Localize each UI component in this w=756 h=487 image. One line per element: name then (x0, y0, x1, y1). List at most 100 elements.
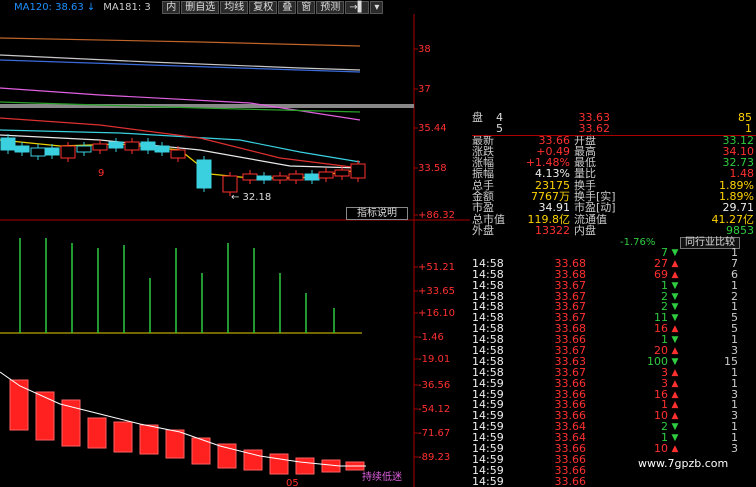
down-arrow-icon: ▼ (671, 280, 679, 291)
trade-count: 6 (731, 267, 738, 281)
trade-row: 14:58 33.67 2 ▼ 2 (472, 291, 756, 303)
trade-count: 1 (731, 333, 738, 347)
order-book-price: 33.62 (578, 122, 611, 136)
dropdown-icon[interactable]: ▾ (370, 0, 384, 14)
ma181-readout: MA181: 3 (103, 1, 151, 13)
trade-row: 14:58 33.66 1 ▼ 1 (472, 333, 756, 347)
trade-row: 14:59 33.66 (472, 476, 756, 487)
indicator-bar (139, 424, 159, 455)
candle (256, 175, 272, 181)
go-end-icon[interactable]: →▌ (345, 0, 370, 14)
up-arrow-icon: ▲ (671, 258, 679, 269)
indicator-info-button[interactable]: 指标说明 (346, 207, 408, 220)
trade-row: 14:59 33.66 10 ▲ 3 (472, 442, 756, 456)
trade-row: 14:59 33.66 3 ▲ 1 (472, 376, 756, 390)
quote-label: 市盈 (472, 201, 494, 215)
up-arrow-icon: ▲ (671, 346, 679, 357)
quote-value: 9853 (726, 223, 754, 237)
quote-row: 最新 33.66 开盘 33.12 (472, 134, 756, 146)
trade-row: 14:58 33.67 3 ▲ 1 (472, 365, 756, 379)
down-arrow-icon: ▼ (671, 356, 679, 367)
indicator-bar (35, 391, 55, 441)
candle (196, 159, 212, 189)
price-axis-label: 33.58 (418, 163, 447, 174)
remove-watchlist-button[interactable]: 删自选 (181, 0, 220, 14)
kline-chart[interactable]: 38 37 35.44 33.58 9 ← 32.18 +86.32 +51.21 +33.65… (0, 0, 470, 487)
low-price-label: ← 32.18 (231, 192, 271, 203)
quote-label: 市盈[动] (574, 201, 616, 215)
up-arrow-icon: ▲ (671, 444, 679, 455)
trade-count: 1 (731, 278, 738, 292)
up-arrow-icon: ▲ (671, 389, 679, 400)
candle (108, 141, 124, 149)
candle (92, 143, 108, 151)
ma-line (0, 54, 361, 71)
trade-row: 14:58 33.67 2 ▼ 1 (472, 302, 756, 313)
divider (472, 135, 756, 136)
order-book-volume: 85 (738, 111, 752, 124)
trade-volume: 1 (661, 278, 668, 292)
price-axis-label: 38 (418, 44, 431, 55)
trade-count: 5 (731, 322, 738, 336)
trade-volume: 69 (654, 267, 668, 281)
indicator-status-tag: 持续低迷 (362, 470, 402, 483)
trade-row: 14:58 33.67 20 ▲ 3 (472, 345, 756, 357)
quote-label: 内盘 (574, 223, 596, 237)
candle (304, 173, 320, 181)
trade-row: 14:58 33.67 1 ▼ 1 (472, 278, 756, 292)
candle (124, 141, 140, 151)
indicator-axis-label: +86.32 (418, 210, 455, 221)
indicator-bar (269, 453, 289, 475)
overlay-button[interactable]: 叠 (278, 0, 297, 14)
down-arrow-icon: ▼ (671, 291, 679, 302)
candle (350, 163, 366, 179)
indicator-bar (9, 379, 29, 431)
candle (242, 173, 258, 181)
adjust-rights-button[interactable]: 复权 (249, 0, 278, 14)
trade-ticks[interactable]: 7 ▼ 1 14:58 33.68 27 ▲ 7 14:58 33.68 69 ▲ 6 14:58 33.6… (472, 246, 756, 487)
candle (334, 169, 350, 177)
trade-count: 1 (731, 365, 738, 379)
window-button[interactable]: 窗 (297, 0, 316, 14)
down-arrow-icon: ▼ (671, 335, 679, 346)
candle-marker: 9 (98, 168, 104, 179)
quote-panel: 盘 4 33.63 85 5 33.62 1 最新 33.66 开盘 33.12 涨跌 +… (472, 111, 756, 237)
trade-row: 7 ▼ 1 (472, 246, 756, 259)
ma120-readout: MA120: 38.63 ↓ (14, 1, 96, 13)
quote-row: 涨幅 +1.48% 最低 32.73 (472, 157, 756, 169)
trade-count: 1 (731, 246, 738, 259)
trade-count: 3 (731, 442, 738, 456)
trade-volume: 10 (654, 442, 668, 456)
ma-line (0, 117, 361, 169)
up-arrow-icon: ▲ (671, 269, 679, 280)
indicator-axis-label: -71.67 (418, 428, 450, 439)
candle (288, 173, 304, 181)
trade-count: 5 (731, 311, 738, 325)
inner-button[interactable]: 内 (162, 0, 181, 14)
order-book-label: 盘 (472, 111, 483, 124)
indicator-axis-label: +16.10 (418, 308, 455, 319)
trade-volume (586, 477, 668, 487)
down-arrow-icon: ▼ (671, 433, 679, 444)
trade-count: 1 (731, 300, 738, 314)
forecast-button[interactable]: 预测 (316, 0, 345, 14)
trade-row: 14:59 33.66 10 ▲ 3 (472, 410, 756, 422)
moving-average-button[interactable]: 均线 (220, 0, 249, 14)
trade-volume: 100 (647, 354, 668, 368)
trade-row: 14:59 33.66 16 ▲ 3 (472, 389, 756, 401)
candle (318, 171, 334, 179)
trade-count: 15 (724, 354, 738, 368)
up-arrow-icon: ▲ (671, 324, 679, 335)
quote-row: 市盈 34.91 市盈[动] 29.71 (472, 201, 756, 215)
indicator-axis-label: -36.56 (418, 380, 450, 391)
indicator-axis-label: -1.46 (418, 332, 444, 343)
indicator-bar (113, 421, 133, 453)
trade-count: 1 (731, 376, 738, 390)
pane-splitter (0, 104, 414, 108)
indicator-bar (87, 417, 107, 449)
indicator-axis-label: -54.12 (418, 404, 450, 415)
candle (170, 149, 186, 159)
trade-row: 14:59 33.64 1 ▼ 1 (472, 432, 756, 444)
quote-row: 涨跌 +0.49 最高 34.10 (472, 146, 756, 158)
quote-label: 外盘 (472, 223, 494, 237)
